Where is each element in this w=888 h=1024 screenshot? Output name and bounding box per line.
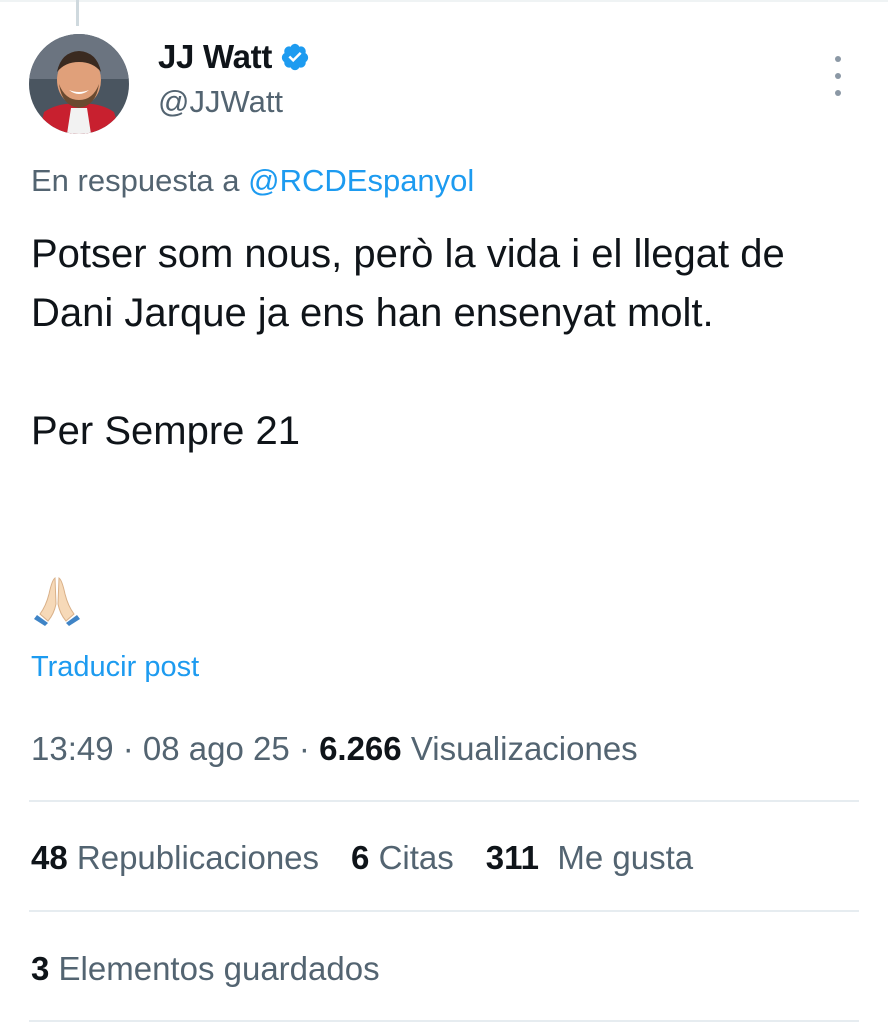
likes-count: 311	[485, 839, 540, 876]
avatar-image	[29, 34, 129, 134]
tweet-date[interactable]: 08 ago 25	[143, 730, 290, 767]
folded-hands-emoji-icon	[34, 577, 80, 626]
views-count: 6.266	[319, 730, 402, 767]
reply-prefix: En respuesta a	[31, 163, 249, 198]
bookmarks-label: Elementos guardados	[49, 950, 380, 987]
author-handle[interactable]: @JJWatt	[158, 84, 283, 120]
tweet-text: Potser som nous, però la vida i el llega…	[31, 225, 861, 461]
translate-post-link[interactable]: Traducir post	[31, 651, 199, 684]
likes-stat[interactable]: 311 Me gusta	[486, 839, 693, 877]
reposts-stat[interactable]: 48 Republicaciones	[31, 839, 319, 877]
top-border	[0, 0, 888, 2]
reposts-count: 48	[31, 839, 68, 876]
bookmarks-stat[interactable]: 3 Elementos guardados	[31, 950, 380, 988]
more-dot	[835, 90, 841, 96]
engagement-stats: 48 Republicaciones 6 Citas 311 Me gusta	[31, 839, 725, 877]
quotes-count: 6	[351, 839, 370, 876]
tweet-paragraph-1: Potser som nous, però la vida i el llega…	[31, 232, 785, 335]
tweet-time[interactable]: 13:49	[31, 730, 114, 767]
more-options-icon[interactable]	[826, 56, 850, 96]
verified-badge-icon	[281, 43, 309, 71]
divider	[29, 910, 859, 912]
divider	[29, 1020, 859, 1022]
tweet-paragraph-2: Per Sempre 21	[31, 409, 301, 453]
quotes-label: Citas	[369, 839, 454, 876]
meta-separator: ·	[113, 730, 143, 767]
meta-separator: ·	[289, 730, 320, 767]
reply-context: En respuesta a @RCDEspanyol	[31, 163, 474, 199]
quotes-stat[interactable]: 6 Citas	[351, 839, 454, 877]
divider	[29, 800, 859, 802]
more-dot	[835, 73, 841, 79]
bookmarks-count: 3	[31, 950, 50, 987]
more-dot	[835, 56, 841, 62]
author-display-name-row[interactable]: JJ Watt	[158, 38, 310, 76]
views-label: Visualizaciones	[401, 730, 638, 767]
author-display-name[interactable]: JJ Watt	[158, 38, 272, 76]
reposts-label: Republicaciones	[67, 839, 320, 876]
reply-mention-link[interactable]: @RCDEspanyol	[248, 163, 474, 198]
thread-connector-line	[76, 0, 79, 26]
avatar[interactable]	[29, 34, 129, 134]
likes-label: Me gusta	[539, 839, 694, 876]
tweet-metadata: 13:49 · 08 ago 25 · 6.266 Visualizacione…	[31, 730, 638, 768]
